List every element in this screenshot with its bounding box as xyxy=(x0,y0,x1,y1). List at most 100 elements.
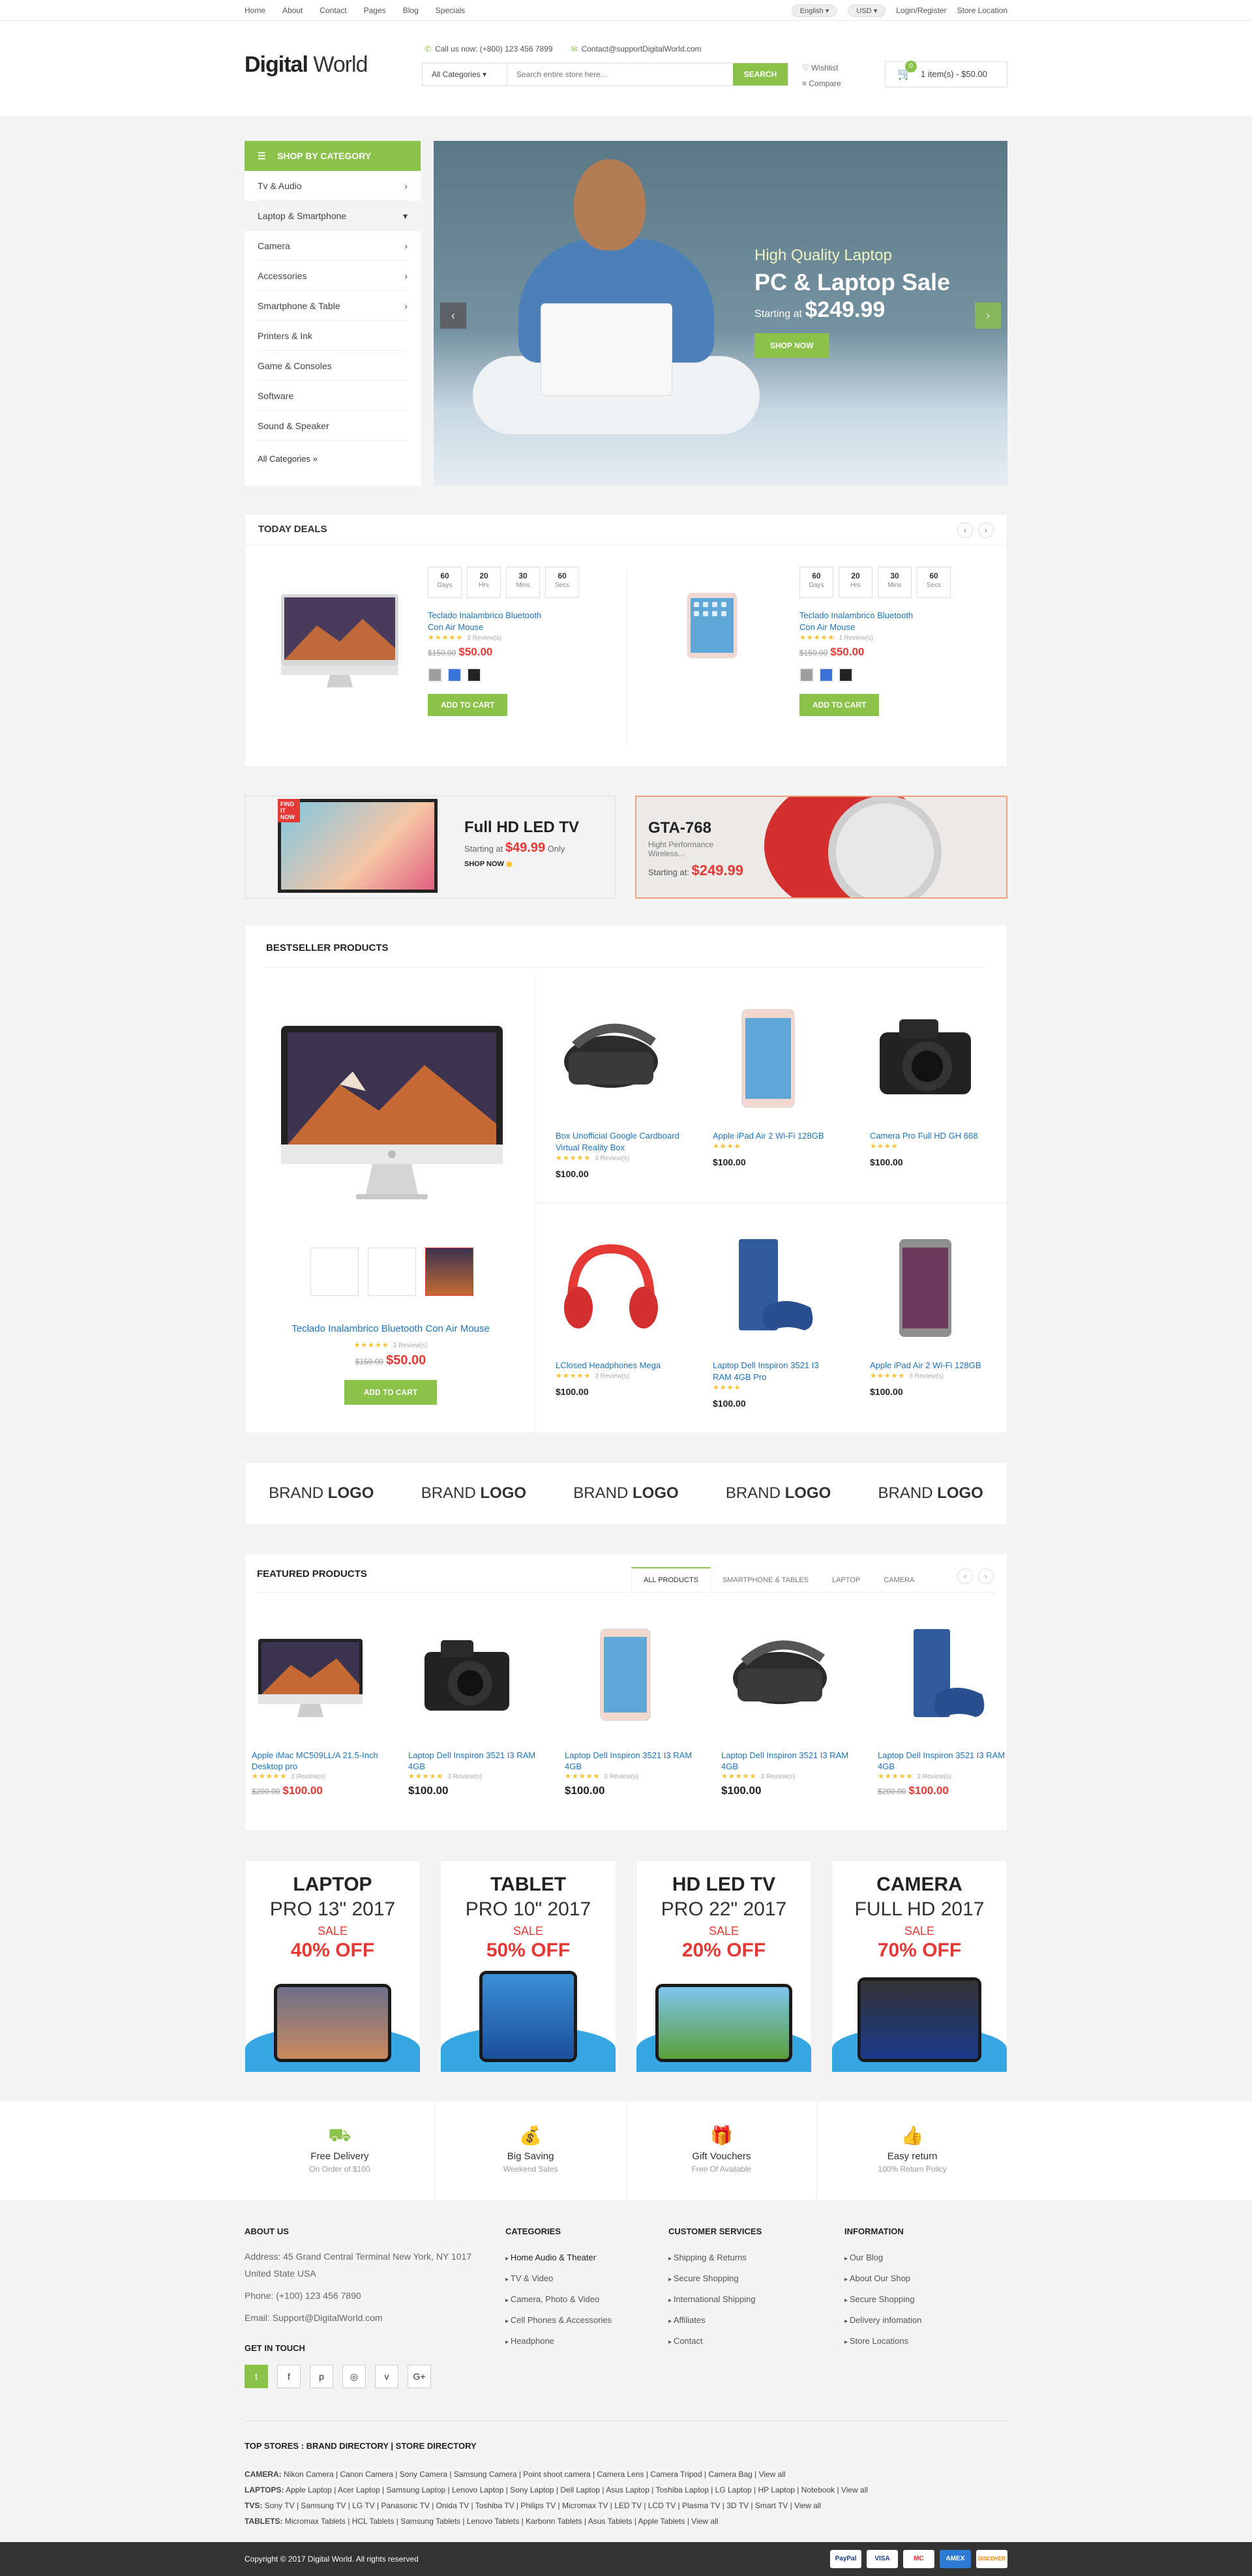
thumbnail-active[interactable] xyxy=(425,1248,473,1296)
category-item-sound[interactable]: Sound & Speaker xyxy=(258,411,408,441)
slider-prev-button[interactable]: ‹ xyxy=(440,303,466,329)
top-nav-pages[interactable]: Pages xyxy=(364,6,386,15)
top-nav-home[interactable]: Home xyxy=(245,6,265,15)
brand-logo[interactable]: BRAND LOGO xyxy=(726,1484,831,1503)
brand-logo[interactable]: BRAND LOGO xyxy=(421,1484,526,1503)
category-item-camera[interactable]: Camera › xyxy=(258,231,408,261)
product-name-link[interactable]: Teclado Inalambrico Bluetooth Con Air Mo… xyxy=(428,610,552,633)
product-name-link[interactable]: Teclado Inalambrico Bluetooth Con Air Mo… xyxy=(799,610,923,633)
thumbnail[interactable] xyxy=(310,1248,359,1296)
product-name-link[interactable]: LClosed Headphones Mega xyxy=(556,1360,679,1371)
site-logo[interactable]: Digital World xyxy=(245,52,368,78)
store-location-link[interactable]: Store Location xyxy=(957,6,1007,15)
header-email[interactable]: Contact@supportDigitalWorld.com xyxy=(582,44,702,53)
swatch-black[interactable] xyxy=(839,668,853,682)
category-item-printers[interactable]: Printers & Ink xyxy=(258,321,408,351)
shop-now-link[interactable]: SHOP NOW ◉ xyxy=(464,860,579,868)
add-to-cart-button[interactable]: ADD TO CART xyxy=(799,694,880,716)
category-item-smartphone-table[interactable]: Smartphone & Table › xyxy=(258,291,408,321)
footer-link[interactable]: Our Blog xyxy=(844,2248,1007,2269)
cart-button[interactable]: 🛒 0 1 item(s) - $50.00 xyxy=(885,61,1007,87)
product-name-link[interactable]: Apple iPad Air 2 Wi-Fi 128GB xyxy=(713,1130,837,1142)
wishlist-link[interactable]: ♡ Wishlist xyxy=(802,60,841,76)
swatch-blue[interactable] xyxy=(819,668,833,682)
headphones-image[interactable] xyxy=(556,1236,666,1340)
camera-image[interactable] xyxy=(870,1006,981,1111)
product-name-link[interactable]: Camera Pro Full HD GH 668 xyxy=(870,1130,994,1142)
imac-image[interactable] xyxy=(278,593,402,691)
footer-link[interactable]: Headphone xyxy=(505,2331,668,2352)
footer-link[interactable]: Cell Phones & Accessories xyxy=(505,2311,668,2331)
top-nav-about[interactable]: About xyxy=(282,6,303,15)
footer-link[interactable]: Secure Shopping xyxy=(844,2290,1007,2311)
product-name-link[interactable]: Box Unofficial Google Cardboard Virtual … xyxy=(556,1130,679,1154)
swatch-gray[interactable] xyxy=(799,668,814,682)
brand-logo[interactable]: BRAND LOGO xyxy=(573,1484,678,1503)
compare-link[interactable]: ≡ Compare xyxy=(802,76,841,91)
language-select[interactable]: English ▾ xyxy=(791,4,838,17)
footer-link[interactable]: Shipping & Returns xyxy=(668,2248,844,2269)
search-input[interactable] xyxy=(507,63,733,85)
product-name-link[interactable]: Laptop Dell Inspiron 3521 I3 RAM 4GB xyxy=(878,1750,1015,1772)
pinterest-icon[interactable]: p xyxy=(310,2365,333,2388)
console-image[interactable] xyxy=(878,1626,995,1724)
product-name-link[interactable]: Laptop Dell Inspiron 3521 I3 RAM 4GB xyxy=(565,1750,702,1772)
promo-tablet[interactable]: TABLET PRO 10" 2017 SALE 50% OFF xyxy=(440,1860,616,2073)
search-button[interactable]: SEARCH xyxy=(733,63,788,85)
tv-banner[interactable]: FIND IT NOW Full HD LED TV Starting at $… xyxy=(245,796,616,899)
slider-next-button[interactable]: › xyxy=(975,303,1001,329)
all-categories-link[interactable]: All Categories » xyxy=(258,446,408,472)
product-name-link[interactable]: Laptop Dell Inspiron 3521 I3 RAM 4GB xyxy=(408,1750,545,1772)
swatch-gray[interactable] xyxy=(428,668,442,682)
search-category-select[interactable]: All Categories ▾ xyxy=(423,63,507,85)
product-name-link[interactable]: Apple iMac MC509LL/A 21.5-Inch Desktop p… xyxy=(252,1750,389,1772)
footer-link[interactable]: Affiliates xyxy=(668,2311,844,2331)
currency-select[interactable]: USD ▾ xyxy=(848,4,886,17)
top-nav-contact[interactable]: Contact xyxy=(320,6,346,15)
vr-headset-image[interactable] xyxy=(721,1626,839,1724)
store-directory-row[interactable]: LAPTOPS: Apple Laptop | Acer Laptop | Sa… xyxy=(245,2482,1007,2498)
tab-smartphone-tables[interactable]: SMARTPHONE & TABLES xyxy=(711,1567,820,1592)
category-item-laptop-smartphone[interactable]: Laptop & Smartphone ▾ xyxy=(245,201,421,231)
imac-image[interactable] xyxy=(252,1626,369,1724)
ipad-image[interactable] xyxy=(649,593,773,691)
store-directory-row[interactable]: TVS: Sony TV | Samsung TV | LG TV | Pana… xyxy=(245,2498,1007,2513)
footer-link[interactable]: Contact xyxy=(668,2331,844,2352)
ipad-image[interactable] xyxy=(713,1006,824,1111)
promo-tv[interactable]: HD LED TV PRO 22" 2017 SALE 20% OFF xyxy=(636,1860,812,2073)
camera-image[interactable] xyxy=(408,1626,526,1724)
brand-logo[interactable]: BRAND LOGO xyxy=(269,1484,374,1503)
footer-link[interactable]: Secure Shopping xyxy=(668,2269,844,2290)
swatch-black[interactable] xyxy=(467,668,481,682)
ipad-image[interactable] xyxy=(565,1626,682,1724)
thumbnail[interactable] xyxy=(368,1248,416,1296)
facebook-icon[interactable]: f xyxy=(277,2365,301,2388)
product-name-link[interactable]: Apple iPad Air 2 Wi-Fi 128GB xyxy=(870,1360,994,1371)
product-name-link[interactable]: Teclado Inalambrico Bluetooth Con Air Mo… xyxy=(245,1323,536,1336)
footer-link[interactable]: Home Audio & Theater xyxy=(505,2248,668,2269)
console-image[interactable] xyxy=(713,1236,824,1340)
category-item-tv-audio[interactable]: Tv & Audio › xyxy=(258,171,408,201)
footer-email[interactable]: Email: Support@DigitalWorld.com xyxy=(245,2309,505,2326)
footer-link[interactable]: Camera, Photo & Video xyxy=(505,2290,668,2311)
top-nav-blog[interactable]: Blog xyxy=(403,6,419,15)
footer-link[interactable]: International Shipping xyxy=(668,2290,844,2311)
tab-laptop[interactable]: LAPTOP xyxy=(820,1567,872,1592)
featured-prev-button[interactable]: ‹ xyxy=(957,1568,973,1584)
footer-link[interactable]: Delivery infomation xyxy=(844,2311,1007,2331)
footer-link[interactable]: About Our Shop xyxy=(844,2269,1007,2290)
brand-logo[interactable]: BRAND LOGO xyxy=(878,1484,983,1503)
imac-image[interactable] xyxy=(281,1026,503,1202)
category-item-accessories[interactable]: Accessories › xyxy=(258,261,408,291)
top-nav-specials[interactable]: Specials xyxy=(436,6,465,15)
category-item-games[interactable]: Game & Consoles xyxy=(258,351,408,381)
featured-next-button[interactable]: › xyxy=(978,1568,994,1584)
footer-link[interactable]: Store Locations xyxy=(844,2331,1007,2352)
google-plus-icon[interactable]: G+ xyxy=(408,2365,431,2388)
footer-link[interactable]: TV & Video xyxy=(505,2269,668,2290)
deals-next-button[interactable]: › xyxy=(978,522,994,538)
tab-camera[interactable]: CAMERA xyxy=(872,1567,926,1592)
headphones-banner[interactable]: GTA-768 Hight Performance Wireless... St… xyxy=(635,796,1007,899)
add-to-cart-button[interactable]: ADD TO CART xyxy=(428,694,508,716)
swatch-blue[interactable] xyxy=(447,668,462,682)
